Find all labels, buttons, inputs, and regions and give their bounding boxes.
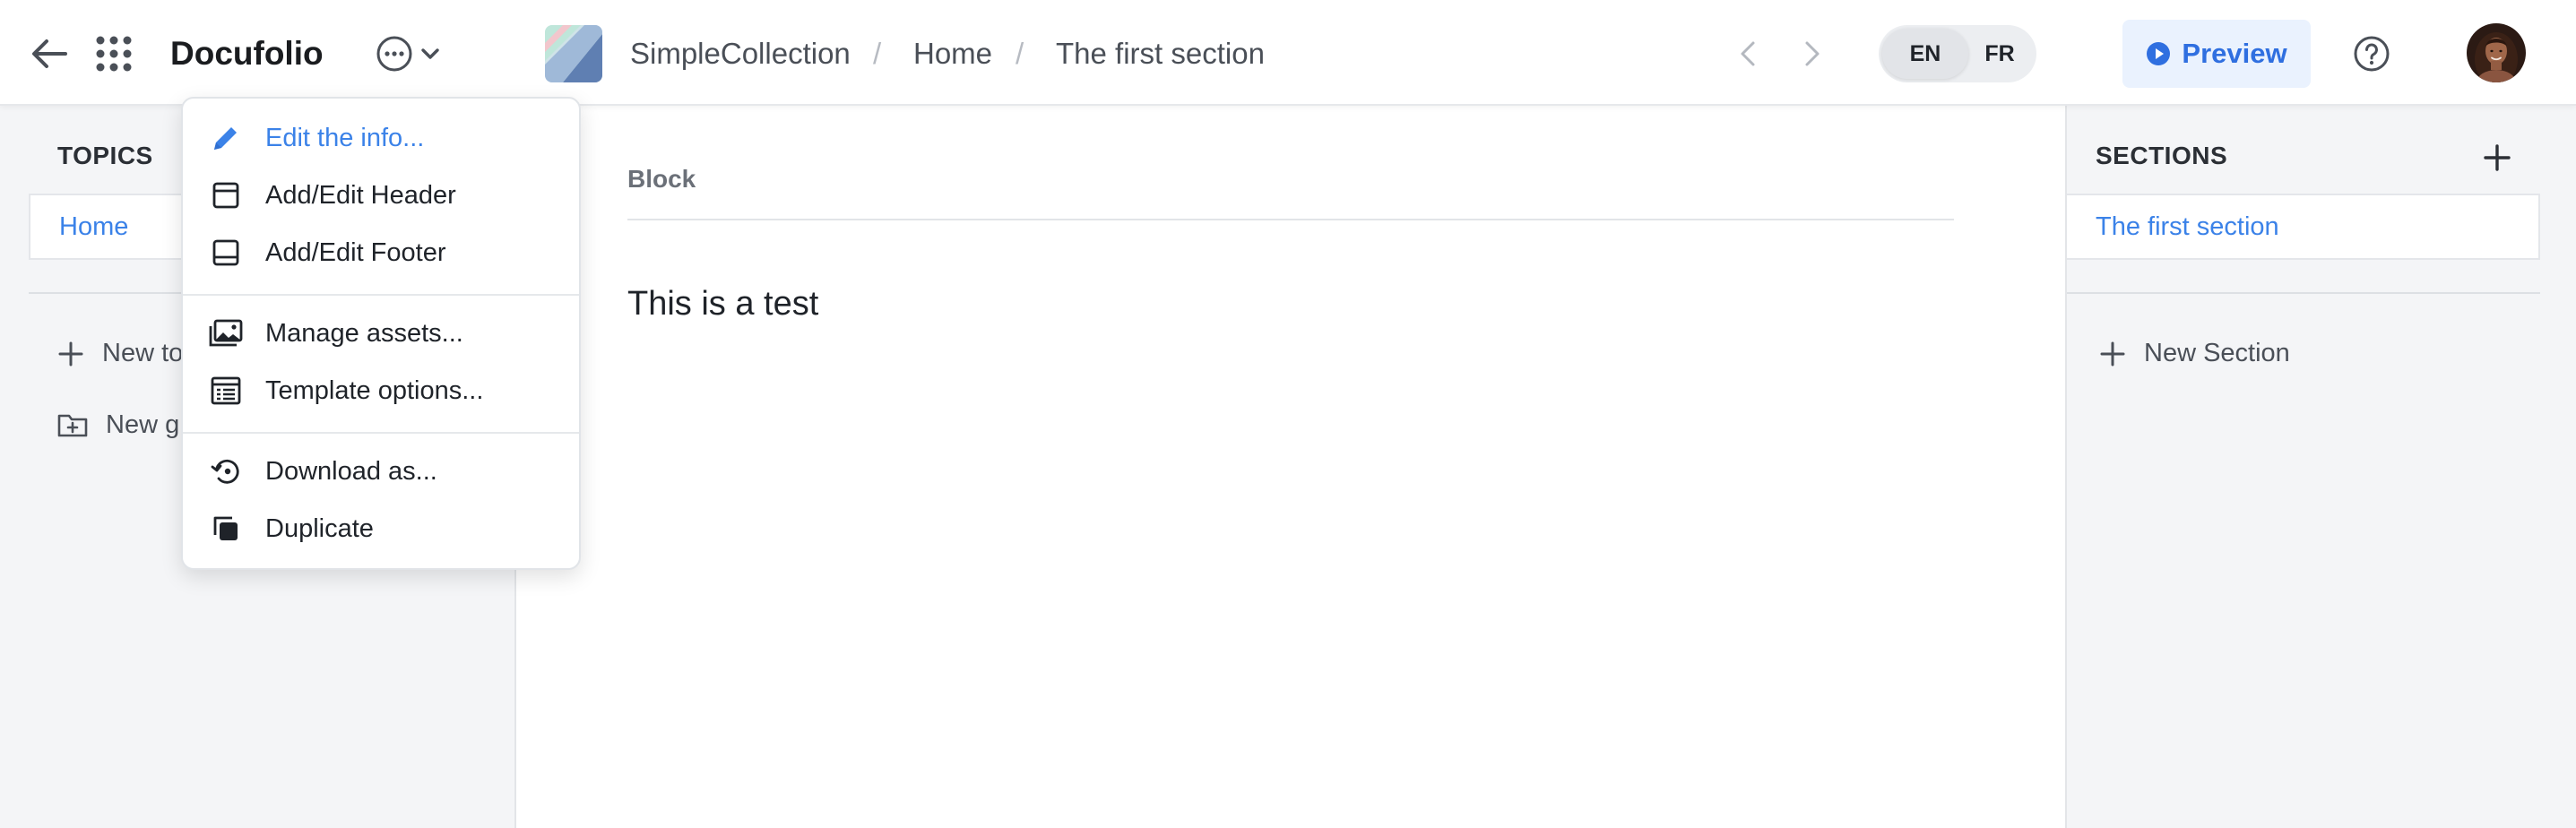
menu-item-edit-info[interactable]: Edit the info... <box>183 109 579 167</box>
sections-panel: SECTIONS The first section New Section <box>2065 106 2576 828</box>
play-circle-icon <box>2147 42 2171 65</box>
chevron-down-icon <box>421 48 439 59</box>
menu-item-label: Edit the info... <box>265 123 425 152</box>
language-option-en[interactable]: EN <box>1882 29 1968 79</box>
menu-item-manage-assets[interactable]: Manage assets... <box>183 305 579 362</box>
section-item-first[interactable]: The first section <box>2067 194 2540 260</box>
menu-item-label: Add/Edit Header <box>265 180 456 210</box>
footer-layout-icon <box>204 231 247 274</box>
breadcrumb-separator: / <box>1016 37 1024 70</box>
language-toggle[interactable]: EN FR <box>1879 25 2036 82</box>
apps-menu-button[interactable] <box>90 30 138 78</box>
more-options-button[interactable] <box>367 30 448 77</box>
breadcrumb-topic[interactable]: Home <box>913 32 992 75</box>
menu-item-label: Duplicate <box>265 513 374 543</box>
preview-label: Preview <box>2182 38 2287 69</box>
plus-icon <box>2484 144 2511 171</box>
grid-dots-icon <box>96 36 132 72</box>
app-name: Docufolio <box>170 35 324 72</box>
topics-heading: TOPICS <box>57 142 153 169</box>
menu-item-label: Download as... <box>265 456 437 486</box>
editor-canvas: Block This is a test <box>518 106 2065 828</box>
divider <box>2067 292 2540 294</box>
collection-thumbnail[interactable] <box>545 25 602 82</box>
folder-plus-icon <box>57 414 88 436</box>
help-button[interactable] <box>2347 30 2397 78</box>
menu-item-label: Add/Edit Footer <box>265 237 446 267</box>
user-avatar[interactable] <box>2467 23 2526 82</box>
add-section-button[interactable] <box>2472 133 2522 183</box>
template-list-icon <box>204 369 247 412</box>
block-divider <box>627 219 1954 220</box>
next-button[interactable] <box>1794 32 1830 75</box>
menu-item-label: Template options... <box>265 375 484 405</box>
pencil-icon <box>204 116 247 160</box>
help-circle-icon <box>2354 36 2390 72</box>
language-option-fr[interactable]: FR <box>1967 29 2033 79</box>
breadcrumb-collection[interactable]: SimpleCollection <box>630 32 851 75</box>
plus-icon <box>58 341 83 366</box>
previous-button[interactable] <box>1730 32 1766 75</box>
menu-item-template-options[interactable]: Template options... <box>183 362 579 419</box>
download-history-icon <box>204 450 247 493</box>
header-layout-icon <box>204 174 247 217</box>
more-options-menu: Edit the info... Add/Edit Header Add/Edi… <box>181 97 581 570</box>
new-section-button[interactable]: New Section <box>2099 339 2290 368</box>
more-horizontal-icon <box>376 36 412 72</box>
sections-heading: SECTIONS <box>2096 142 2228 169</box>
back-button[interactable] <box>25 31 73 76</box>
menu-separator <box>183 294 579 296</box>
menu-item-label: Manage assets... <box>265 318 463 348</box>
top-bar: Docufolio SimpleCollection / Home / The … <box>0 0 2576 106</box>
breadcrumb-separator: / <box>873 37 882 70</box>
chevron-left-icon <box>1741 41 1755 66</box>
block-label: Block <box>627 165 696 193</box>
menu-item-download[interactable]: Download as... <box>183 443 579 500</box>
preview-button[interactable]: Preview <box>2122 20 2311 88</box>
menu-item-edit-footer[interactable]: Add/Edit Footer <box>183 224 579 281</box>
collection-cover-image <box>545 25 602 82</box>
plus-icon <box>2100 341 2125 366</box>
block-text-content[interactable]: This is a test <box>627 285 818 323</box>
menu-item-edit-header[interactable]: Add/Edit Header <box>183 167 579 224</box>
images-icon <box>204 312 247 355</box>
menu-item-duplicate[interactable]: Duplicate <box>183 500 579 557</box>
menu-separator <box>183 432 579 434</box>
duplicate-icon <box>204 507 247 550</box>
breadcrumb-section[interactable]: The first section <box>1056 32 1265 75</box>
arrow-left-icon <box>32 39 67 68</box>
chevron-right-icon <box>1805 41 1820 66</box>
new-section-label: New Section <box>2144 339 2290 367</box>
avatar-image <box>2467 23 2526 82</box>
